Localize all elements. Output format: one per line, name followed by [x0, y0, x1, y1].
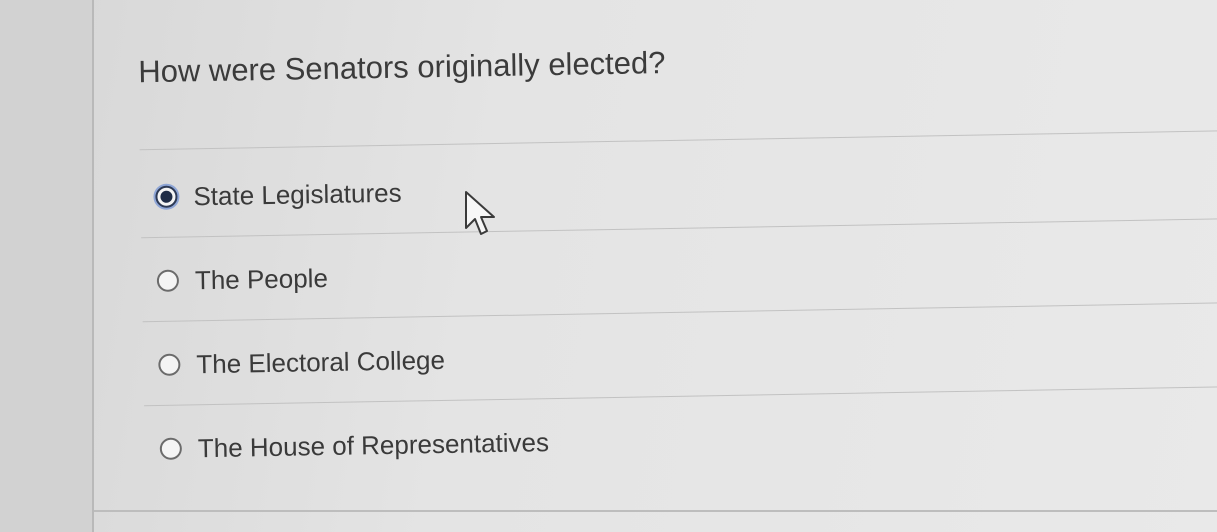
- radio-dot-icon: [160, 190, 173, 203]
- question-divider: [139, 130, 1217, 151]
- answer-option-electoral-college[interactable]: The Electoral College: [158, 340, 445, 385]
- radio-unselected-icon[interactable]: [158, 353, 181, 376]
- bottom-divider: [94, 510, 1217, 512]
- question-text: How were Senators originally elected?: [137, 45, 666, 90]
- radio-unselected-icon[interactable]: [156, 269, 180, 292]
- answer-divider: [141, 218, 1217, 239]
- radio-unselected-icon[interactable]: [159, 437, 183, 460]
- left-gutter: [0, 0, 92, 532]
- content-left-border: [92, 0, 94, 532]
- answer-divider: [142, 302, 1217, 323]
- answer-option-the-people[interactable]: The People: [156, 258, 329, 301]
- answer-label: State Legislatures: [193, 177, 402, 211]
- radio-selected-icon[interactable]: [155, 185, 178, 208]
- answer-label: The Electoral College: [196, 344, 446, 379]
- arrow-pointer-icon: [465, 191, 495, 235]
- answer-option-state-legislatures[interactable]: State Legislatures: [155, 173, 402, 217]
- answer-divider: [144, 385, 1217, 407]
- answer-label: The People: [194, 262, 329, 295]
- answer-option-house-of-representatives[interactable]: The House of Representatives: [159, 422, 549, 469]
- answer-label: The House of Representatives: [197, 426, 550, 463]
- question-panel: How were Senators originally elected? St…: [94, 0, 1217, 532]
- quiz-page: How were Senators originally elected? St…: [0, 0, 1217, 532]
